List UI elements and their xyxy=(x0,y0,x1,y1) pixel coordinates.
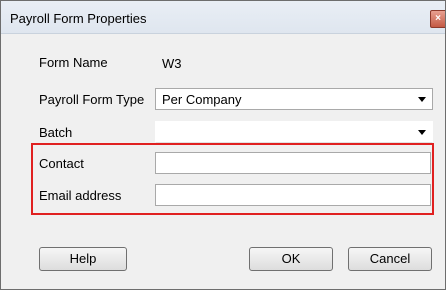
contact-field[interactable] xyxy=(155,152,431,174)
email-label: Email address xyxy=(39,188,122,203)
contact-label: Contact xyxy=(39,156,84,171)
dialog-title: Payroll Form Properties xyxy=(10,11,147,26)
payroll-form-type-value: Per Company xyxy=(162,92,242,107)
form-name-label: Form Name xyxy=(39,55,108,70)
chevron-down-icon xyxy=(418,97,426,102)
close-icon[interactable]: × xyxy=(430,10,445,28)
payroll-form-type-label: Payroll Form Type xyxy=(39,92,145,107)
help-button[interactable]: Help xyxy=(39,247,127,271)
form-name-value: W3 xyxy=(155,52,433,74)
payroll-form-type-select[interactable]: Per Company xyxy=(155,88,433,110)
cancel-button[interactable]: Cancel xyxy=(348,247,432,271)
payroll-form-properties-dialog: Payroll Form Properties × Form Name W3 P… xyxy=(0,0,446,290)
batch-label: Batch xyxy=(39,125,73,140)
email-field[interactable] xyxy=(155,184,431,206)
ok-button[interactable]: OK xyxy=(249,247,333,271)
title-bar: Payroll Form Properties × xyxy=(1,1,445,34)
batch-select[interactable] xyxy=(155,121,433,143)
chevron-down-icon xyxy=(418,130,426,135)
